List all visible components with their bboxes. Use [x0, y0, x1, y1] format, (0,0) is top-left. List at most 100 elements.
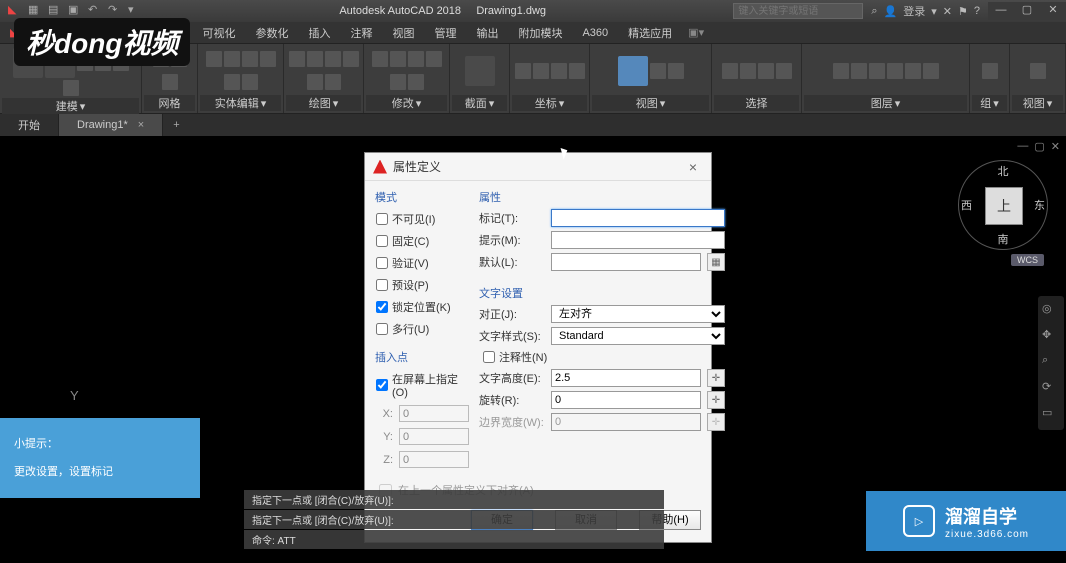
r-icon[interactable] [740, 63, 756, 79]
r-icon[interactable] [343, 51, 359, 67]
chk-invisible[interactable]: 不可见(I) [375, 211, 469, 227]
menu-param[interactable]: 参数化 [245, 22, 298, 43]
tab-drawing1[interactable]: Drawing1* × [59, 114, 163, 136]
rp-label[interactable]: 截面 [465, 95, 487, 111]
r-icon[interactable] [408, 51, 424, 67]
rp-label[interactable]: 选择 [746, 95, 768, 111]
search-icon[interactable]: ⌕ [871, 5, 877, 18]
r-icon[interactable] [63, 80, 79, 96]
tab-start[interactable]: 开始 [0, 114, 59, 136]
chk-lockpos[interactable]: 锁定位置(K) [375, 299, 469, 315]
chk-multiline[interactable]: 多行(U) [375, 321, 469, 337]
pick-height-button[interactable]: ✛ [707, 369, 725, 387]
r-icon[interactable] [242, 51, 258, 67]
r-icon[interactable] [289, 51, 305, 67]
r-icon[interactable] [851, 63, 867, 79]
r-icon[interactable] [1030, 63, 1046, 79]
rp-label[interactable]: 视图 [1023, 95, 1045, 111]
rp-label[interactable]: 坐标 [535, 95, 557, 111]
r-icon[interactable] [224, 51, 240, 67]
r-icon[interactable] [242, 74, 258, 90]
qat-drop-icon[interactable]: ▾ [128, 3, 144, 19]
open-icon[interactable]: ▤ [48, 3, 64, 19]
insert-field-button[interactable]: ▦ [707, 253, 725, 271]
menu-output[interactable]: 输出 [466, 22, 508, 43]
win-max-button[interactable]: ▢ [1014, 2, 1040, 20]
login-link[interactable]: 登录 [903, 3, 925, 19]
user-icon[interactable]: 👤 [884, 5, 898, 18]
viewcube-east[interactable]: 东 [1034, 197, 1045, 213]
save-icon[interactable]: ▣ [68, 3, 84, 19]
orbit-icon[interactable]: ⟳ [1042, 380, 1060, 398]
new-icon[interactable]: ▦ [28, 3, 44, 19]
tab-close-icon[interactable]: × [138, 119, 144, 131]
chk-fixed[interactable]: 固定(C) [375, 233, 469, 249]
rp-label[interactable]: 修改 [392, 95, 414, 111]
r-icon[interactable] [982, 63, 998, 79]
undo-icon[interactable]: ↶ [88, 3, 104, 19]
default-input[interactable] [551, 253, 701, 271]
help-search-input[interactable] [733, 3, 863, 19]
prompt-input[interactable] [551, 231, 725, 249]
r-icon[interactable] [325, 74, 341, 90]
a-logo-icon[interactable]: ◣ [8, 3, 24, 19]
help-icon[interactable]: ? [974, 5, 980, 17]
rp-label[interactable]: 图层 [871, 95, 893, 111]
win-min-button[interactable]: — [988, 2, 1014, 20]
menu-a360[interactable]: A360 [572, 22, 618, 43]
r-icon[interactable] [390, 51, 406, 67]
viewcube[interactable]: 北 南 东 西 上 [958, 160, 1048, 250]
pick-rotation-button[interactable]: ✛ [707, 391, 725, 409]
menu-insert[interactable]: 插入 [298, 22, 340, 43]
title-menu-drop[interactable]: ▾ [931, 5, 937, 18]
r-icon[interactable] [722, 63, 738, 79]
win-close-button[interactable]: ✕ [1040, 2, 1066, 20]
r-icon[interactable] [533, 63, 549, 79]
r-icon[interactable] [776, 63, 792, 79]
wheel-icon[interactable]: ◎ [1042, 302, 1060, 320]
pan-icon[interactable]: ✥ [1042, 328, 1060, 346]
chk-annotative[interactable]: 注释性(N) [479, 349, 725, 365]
r-icon[interactable] [869, 63, 885, 79]
r-icon[interactable] [372, 51, 388, 67]
r-icon[interactable] [206, 51, 222, 67]
vp-min-icon[interactable]: — [1017, 140, 1028, 153]
chk-onscreen[interactable]: 在屏幕上指定(O) [375, 371, 469, 399]
r-icon[interactable] [325, 51, 341, 67]
r-icon[interactable] [162, 74, 178, 90]
rp-label[interactable]: 实体编辑 [215, 95, 259, 111]
r-icon[interactable] [260, 51, 276, 67]
tab-add-button[interactable]: + [163, 119, 189, 131]
style-select[interactable]: Standard [551, 327, 725, 345]
r-icon[interactable] [668, 63, 684, 79]
viewcube-south[interactable]: 南 [998, 231, 1009, 247]
rp-label[interactable]: 组 [980, 95, 991, 111]
viewcube-north[interactable]: 北 [998, 163, 1009, 179]
rp-label[interactable]: 网格 [159, 95, 181, 111]
menu-view[interactable]: 视图 [382, 22, 424, 43]
justify-select[interactable]: 左对齐 [551, 305, 725, 323]
rotation-input[interactable] [551, 391, 701, 409]
view-icon[interactable] [618, 56, 648, 86]
r-icon[interactable] [408, 74, 424, 90]
menu-annot[interactable]: 注释 [340, 22, 382, 43]
r-icon[interactable] [650, 63, 666, 79]
redo-icon[interactable]: ↷ [108, 3, 124, 19]
r-icon[interactable] [923, 63, 939, 79]
tag-input[interactable] [551, 209, 725, 227]
menu-manage[interactable]: 管理 [424, 22, 466, 43]
rp-label[interactable]: 建模 [56, 98, 78, 114]
menu-featured[interactable]: 精选应用 [618, 22, 682, 43]
dialog-titlebar[interactable]: 属性定义 × [365, 153, 711, 181]
menu-expand-icon[interactable]: ▣▾ [682, 26, 710, 39]
r-icon[interactable] [515, 63, 531, 79]
zoom-icon[interactable]: ⌕ [1042, 354, 1060, 372]
height-input[interactable] [551, 369, 701, 387]
chk-preset[interactable]: 预设(P) [375, 277, 469, 293]
rp-label[interactable]: 视图 [636, 95, 658, 111]
rp-label[interactable]: 绘图 [309, 95, 331, 111]
menu-visual[interactable]: 可视化 [192, 22, 245, 43]
r-icon[interactable] [758, 63, 774, 79]
vp-max-icon[interactable]: ▢ [1034, 140, 1044, 153]
dialog-close-button[interactable]: × [683, 159, 703, 175]
